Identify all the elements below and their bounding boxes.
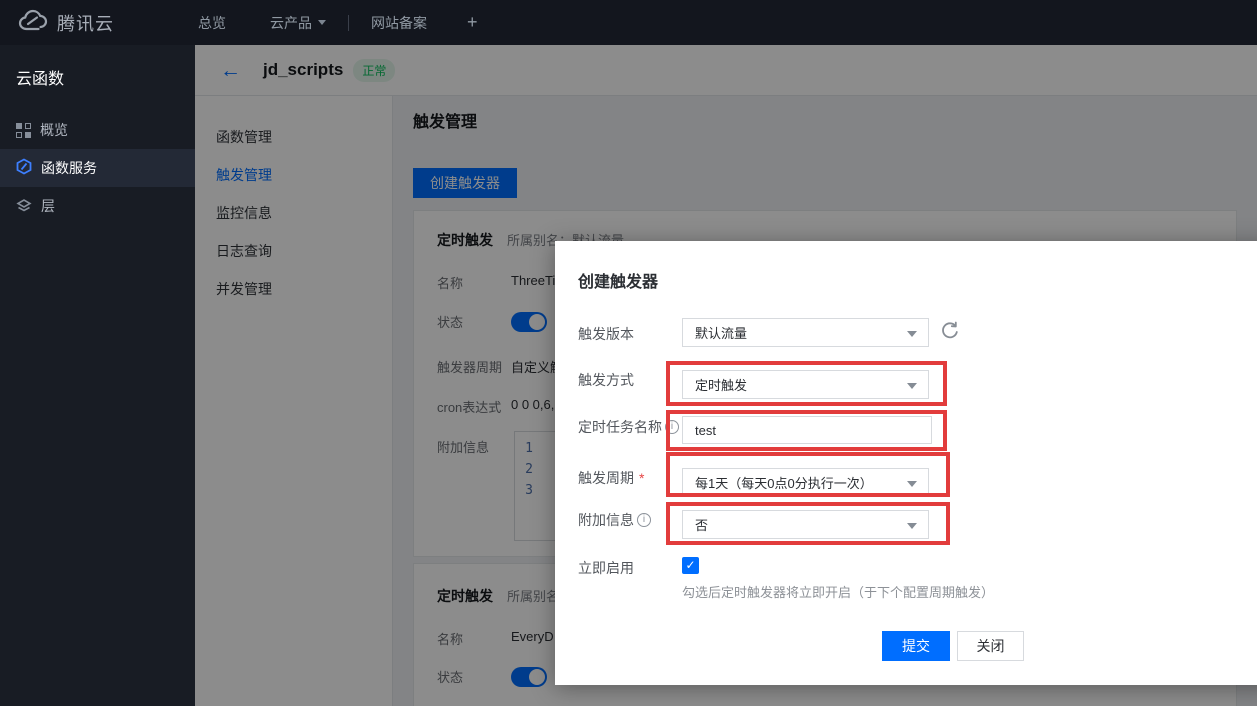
product-title: 云函数 — [0, 45, 195, 111]
check-icon: ✓ — [685, 558, 695, 572]
chevron-down-icon — [907, 331, 917, 337]
chevron-down-icon — [907, 383, 917, 389]
enable-now-checkbox[interactable]: ✓ — [682, 557, 699, 574]
field-label-trigger-version: 触发版本 — [578, 324, 634, 344]
field-label-timer-name: 定时任务名称i* — [578, 417, 689, 437]
refresh-icon[interactable] — [940, 320, 960, 340]
chevron-down-icon — [907, 523, 917, 529]
required-asterisk: * — [639, 470, 644, 486]
chevron-down-icon — [907, 481, 917, 487]
add-tab-button[interactable]: + — [449, 12, 496, 33]
trigger-version-select[interactable]: 默认流量 — [682, 318, 929, 347]
brand[interactable]: 腾讯云 — [0, 9, 176, 36]
field-label-extra-info: 附加信息i — [578, 510, 651, 530]
topnav-cloud-products[interactable]: 云产品 — [248, 13, 348, 33]
timer-name-input[interactable] — [682, 416, 932, 444]
sidebar-item-layers[interactable]: 层 — [0, 187, 195, 225]
submit-button[interactable]: 提交 — [882, 631, 950, 661]
trigger-method-select[interactable]: 定时触发 — [682, 370, 929, 399]
topnav-overview[interactable]: 总览 — [176, 13, 248, 33]
close-button[interactable]: 关闭 — [957, 631, 1024, 661]
sidebar-item-function-service[interactable]: 函数服务 — [0, 149, 195, 187]
topnav-icp-filing[interactable]: 网站备案 — [349, 13, 449, 33]
topnav: 总览 云产品 网站备案 + — [176, 12, 496, 33]
create-trigger-modal: 创建触发器 触发版本 默认流量 触发方式 定时触发 定时任务名称i* 触发周期*… — [555, 241, 1257, 685]
layers-icon — [16, 197, 32, 216]
extra-info-select[interactable]: 否 — [682, 510, 929, 539]
field-label-enable-now: 立即启用 — [578, 558, 634, 578]
info-icon[interactable]: i — [637, 513, 651, 527]
brand-name: 腾讯云 — [57, 10, 114, 36]
modal-title: 创建触发器 — [578, 268, 658, 292]
app-sidebar: 云函数 概览 函数服务 层 — [0, 45, 195, 706]
grid-icon — [16, 123, 31, 138]
field-label-trigger-period: 触发周期* — [578, 468, 644, 488]
scf-hexagon-icon — [16, 158, 32, 178]
tencent-cloud-logo-icon — [18, 9, 48, 36]
chevron-down-icon — [318, 20, 326, 25]
info-icon[interactable]: i — [665, 420, 679, 434]
sidebar-item-overview[interactable]: 概览 — [0, 111, 195, 149]
topbar: 腾讯云 总览 云产品 网站备案 + — [0, 0, 1257, 45]
trigger-period-select[interactable]: 每1天（每天0点0分执行一次） — [682, 468, 929, 497]
enable-helper-text: 勾选后定时触发器将立即开启（于下个配置周期触发） — [682, 582, 994, 601]
field-label-trigger-method: 触发方式 — [578, 370, 634, 390]
